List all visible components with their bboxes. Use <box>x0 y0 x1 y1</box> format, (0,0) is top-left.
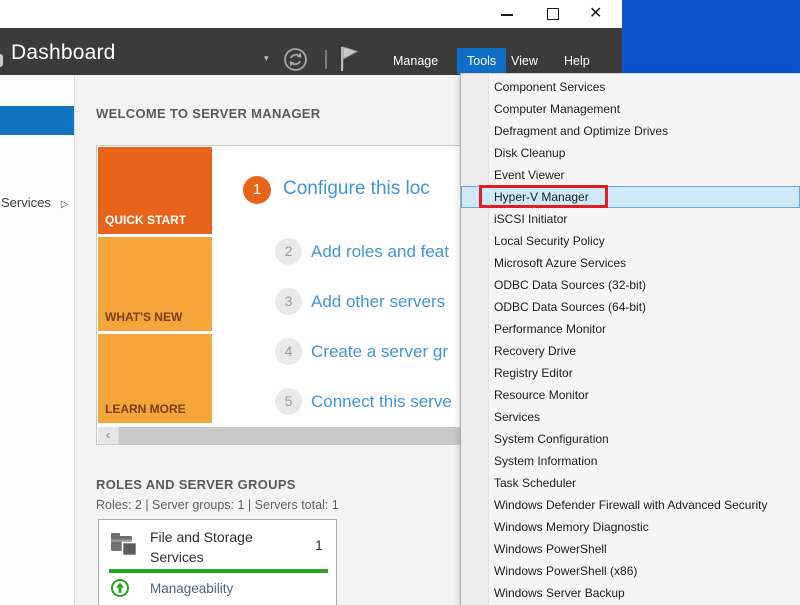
menu-view[interactable]: View <box>511 48 538 74</box>
tools-menu-item[interactable]: System Configuration <box>461 428 800 450</box>
tools-menu-item[interactable]: Defragment and Optimize Drives <box>461 120 800 142</box>
tools-menu-item[interactable]: Windows Server Backup <box>461 582 800 604</box>
scroll-left-icon[interactable]: ‹ <box>98 427 118 444</box>
tools-menu-item[interactable]: Registry Editor <box>461 362 800 384</box>
sidebar-item-label: Services <box>1 195 51 210</box>
tools-menu-item[interactable]: Windows Memory Diagnostic <box>461 516 800 538</box>
role-tile-title[interactable]: File and Storage Services <box>150 527 295 567</box>
tools-menu-items: Component ServicesComputer ManagementDef… <box>461 76 800 604</box>
step-1-badge: 1 <box>243 176 271 204</box>
sidebar-item-dashboard-selected[interactable] <box>0 106 74 135</box>
minimize-icon[interactable] <box>501 14 513 16</box>
tools-menu-item[interactable]: Component Services <box>461 76 800 98</box>
hyperv-annotation-red-box <box>479 185 608 208</box>
role-tile-count: 1 <box>315 537 323 553</box>
learn-more-block[interactable]: LEARN MORE <box>98 334 212 423</box>
server-manager-window: ✕ Dashboard ▾ Manage Tools View Help <box>0 0 800 605</box>
step-1-link[interactable]: Configure this loc <box>283 178 430 200</box>
notifications-flag-icon[interactable] <box>338 45 360 78</box>
tools-menu-item[interactable]: System Information <box>461 450 800 472</box>
desktop-background <box>622 0 800 73</box>
tools-menu-item[interactable]: Disk Cleanup <box>461 142 800 164</box>
page-title: Dashboard <box>11 41 116 65</box>
quick-start-block[interactable]: QUICK START <box>98 147 212 234</box>
sidebar: Services ▷ <box>0 75 74 605</box>
menu-manage[interactable]: Manage <box>393 48 438 74</box>
expand-arrow-icon[interactable]: ▷ <box>61 199 69 210</box>
roles-stats: Roles: 2 | Server groups: 1 | Servers to… <box>96 498 339 512</box>
maximize-icon[interactable] <box>547 8 559 20</box>
step-4-badge: 4 <box>275 338 302 365</box>
tools-menu-item[interactable]: Services <box>461 406 800 428</box>
role-status-rule <box>109 569 328 573</box>
app-header: Dashboard ▾ Manage Tools View Help <box>0 28 622 75</box>
welcome-heading: WELCOME TO SERVER MANAGER <box>96 106 320 121</box>
refresh-icon[interactable] <box>283 47 308 77</box>
tools-menu-item[interactable]: Event Viewer <box>461 164 800 186</box>
step-5-badge: 5 <box>275 388 302 415</box>
step-3-link[interactable]: Add other servers <box>311 292 445 312</box>
step-4-link[interactable]: Create a server gr <box>311 342 448 362</box>
step-3-badge: 3 <box>275 288 302 315</box>
tools-menu-item[interactable]: Microsoft Azure Services <box>461 252 800 274</box>
tools-menu-item[interactable]: ODBC Data Sources (32-bit) <box>461 274 800 296</box>
quick-start-label: QUICK START <box>105 213 186 227</box>
manageability-link[interactable]: Manageability <box>150 581 233 596</box>
tools-menu-item[interactable]: Computer Management <box>461 98 800 120</box>
chevron-down-icon[interactable]: ▾ <box>264 53 269 64</box>
menu-help[interactable]: Help <box>564 48 590 74</box>
roles-heading: ROLES AND SERVER GROUPS <box>96 477 296 492</box>
tools-menu-item[interactable]: Windows Defender Firewall with Advanced … <box>461 494 800 516</box>
sidebar-item-file-storage-services[interactable]: Services ▷ <box>1 195 69 210</box>
tools-menu-item[interactable]: Local Security Policy <box>461 230 800 252</box>
tools-menu-item[interactable]: iSCSI Initiator <box>461 208 800 230</box>
tools-menu-item[interactable]: Windows PowerShell (x86) <box>461 560 800 582</box>
step-5-link[interactable]: Connect this serve <box>311 392 452 412</box>
manageability-up-arrow-icon <box>110 578 130 603</box>
back-arrow-icon[interactable] <box>0 54 3 67</box>
tools-dropdown-menu: Component ServicesComputer ManagementDef… <box>460 73 800 605</box>
menu-tools[interactable]: Tools <box>457 48 506 74</box>
title-bar: ✕ <box>0 0 622 28</box>
tools-menu-item[interactable]: Performance Monitor <box>461 318 800 340</box>
header-separator <box>325 50 327 69</box>
tools-menu-item[interactable]: Recovery Drive <box>461 340 800 362</box>
tools-menu-item[interactable]: Resource Monitor <box>461 384 800 406</box>
file-server-icon <box>110 532 140 563</box>
step-2-badge: 2 <box>275 238 302 265</box>
whats-new-block[interactable]: WHAT'S NEW <box>98 237 212 331</box>
tools-menu-item[interactable]: ODBC Data Sources (64-bit) <box>461 296 800 318</box>
tools-menu-item[interactable]: Task Scheduler <box>461 472 800 494</box>
whats-new-label: WHAT'S NEW <box>105 310 182 324</box>
learn-more-label: LEARN MORE <box>105 402 186 416</box>
file-storage-services-tile[interactable]: File and Storage Services 1 Manageabilit… <box>98 519 337 605</box>
step-2-link[interactable]: Add roles and feat <box>311 242 449 262</box>
close-icon[interactable]: ✕ <box>589 4 602 24</box>
tools-menu-item[interactable]: Windows PowerShell <box>461 538 800 560</box>
